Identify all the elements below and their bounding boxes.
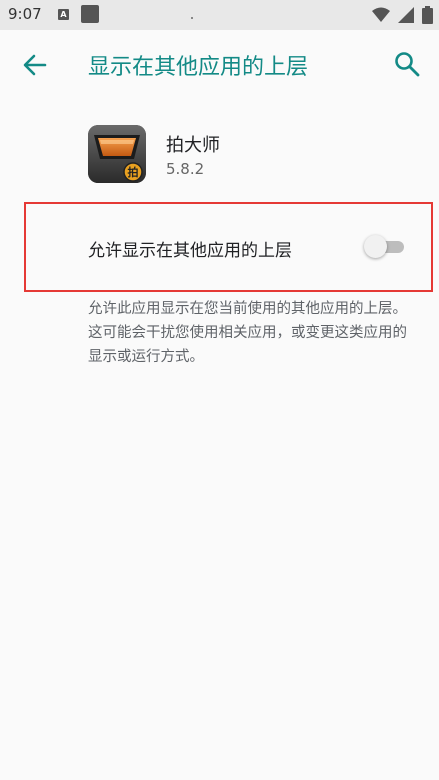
notification-a-icon: A xyxy=(58,9,69,20)
page-title: 显示在其他应用的上层 xyxy=(88,55,309,80)
arrow-left-icon xyxy=(23,54,47,76)
search-button[interactable] xyxy=(393,50,421,78)
app-bar: 显示在其他应用的上层 xyxy=(0,30,439,98)
highlight-frame xyxy=(24,202,433,292)
battery-icon xyxy=(422,6,433,24)
app-version: 5.8.2 xyxy=(166,160,205,178)
setting-description: 允许此应用显示在您当前使用的其他应用的上层。这可能会干扰您使用相关应用，或变更这… xyxy=(88,301,407,365)
notification-square-icon xyxy=(81,5,99,23)
app-icon: 拍 xyxy=(88,125,146,183)
status-time: 9:07 xyxy=(8,5,42,23)
back-button[interactable] xyxy=(20,50,50,80)
app-icon-badge: 拍 xyxy=(127,166,139,179)
signal-icon xyxy=(398,7,414,23)
app-name: 拍大师 xyxy=(166,135,220,156)
search-icon xyxy=(395,52,420,77)
status-dot xyxy=(191,17,193,19)
status-bar: 9:07 A xyxy=(0,0,439,30)
status-icons xyxy=(372,6,433,24)
wifi-icon xyxy=(372,7,390,22)
